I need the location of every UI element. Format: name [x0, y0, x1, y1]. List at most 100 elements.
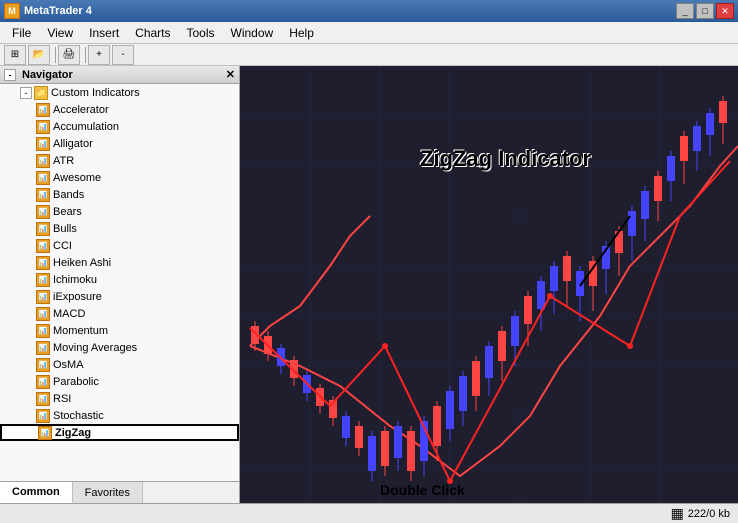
toolbar-btn-3[interactable]: 🖨 [58, 45, 80, 65]
tree-item-zigzag[interactable]: 📊 ZigZag [0, 424, 239, 441]
item-label: OsMA [53, 359, 84, 371]
tab-favorites[interactable]: Favorites [73, 482, 143, 503]
navigator-tree[interactable]: - 📁 Custom Indicators 📊 Accelerator 📊 Ac… [0, 84, 239, 481]
tree-item-alligator[interactable]: 📊 Alligator [0, 135, 239, 152]
tree-item-atr[interactable]: 📊 ATR [0, 152, 239, 169]
tree-item-accelerator[interactable]: 📊 Accelerator [0, 101, 239, 118]
navigator-header-left: - Navigator [4, 69, 73, 81]
chart-annotation: ZigZag Indicator [420, 146, 591, 172]
tree-item-accumulation[interactable]: 📊 Accumulation [0, 118, 239, 135]
indicator-icon: 📊 [36, 188, 50, 202]
item-label: Stochastic [53, 410, 104, 422]
indicator-icon: 📊 [36, 358, 50, 372]
status-icons: ▦ 222/0 kb [671, 505, 730, 522]
tree-item-ichimoku[interactable]: 📊 Ichimoku [0, 271, 239, 288]
tree-item-osma[interactable]: 📊 OsMA [0, 356, 239, 373]
status-memory: 222/0 kb [688, 508, 730, 520]
title-bar: M MetaTrader 4 _ □ ✕ [0, 0, 738, 22]
tree-item-bands[interactable]: 📊 Bands [0, 186, 239, 203]
indicator-icon: 📊 [36, 103, 50, 117]
menu-insert[interactable]: Insert [81, 24, 127, 42]
navigator-header: - Navigator ✕ [0, 66, 239, 84]
toolbar-btn-5[interactable]: - [112, 45, 134, 65]
chart-area: ZigZag Indicator Double Click [240, 66, 738, 503]
app-icon: M [4, 3, 20, 19]
indicator-icon: 📊 [36, 205, 50, 219]
item-label: Alligator [53, 138, 93, 150]
toolbar-btn-4[interactable]: + [88, 45, 110, 65]
tree-item-parabolic[interactable]: 📊 Parabolic [0, 373, 239, 390]
tree-item-bulls[interactable]: 📊 Bulls [0, 220, 239, 237]
tree-item-momentum[interactable]: 📊 Momentum [0, 322, 239, 339]
toolbar: ⊞ 📂 🖨 + - [0, 44, 738, 66]
item-label: CCI [53, 240, 72, 252]
item-label: Accelerator [53, 104, 109, 116]
navigator-panel: - Navigator ✕ - 📁 Custom Indicators 📊 Ac… [0, 66, 240, 503]
menu-tools[interactable]: Tools [179, 24, 223, 42]
indicator-icon: 📊 [36, 256, 50, 270]
tree-item-macd[interactable]: 📊 MACD [0, 305, 239, 322]
menu-charts[interactable]: Charts [127, 24, 178, 42]
item-label: Bands [53, 189, 84, 201]
tree-item-stochastic[interactable]: 📊 Stochastic [0, 407, 239, 424]
item-label: Accumulation [53, 121, 119, 133]
item-label: ATR [53, 155, 74, 167]
indicator-icon: 📊 [36, 222, 50, 236]
item-label: MACD [53, 308, 85, 320]
minimize-button[interactable]: _ [676, 3, 694, 19]
menu-window[interactable]: Window [223, 24, 282, 42]
tree-item-cci[interactable]: 📊 CCI [0, 237, 239, 254]
maximize-button[interactable]: □ [696, 3, 714, 19]
indicator-icon: 📊 [36, 137, 50, 151]
tree-item-rsi[interactable]: 📊 RSI [0, 390, 239, 407]
chart-svg [240, 66, 738, 503]
indicator-icon: 📊 [38, 426, 52, 440]
window-title: MetaTrader 4 [24, 5, 92, 17]
close-button[interactable]: ✕ [716, 3, 734, 19]
menu-file[interactable]: File [4, 24, 39, 42]
item-label: Awesome [53, 172, 101, 184]
ci-label: Custom Indicators [51, 87, 140, 99]
main-area: - Navigator ✕ - 📁 Custom Indicators 📊 Ac… [0, 66, 738, 503]
indicator-icon: 📊 [36, 409, 50, 423]
item-label: ZigZag [55, 427, 91, 439]
menu-view[interactable]: View [39, 24, 81, 42]
status-chart-icon: ▦ [671, 505, 684, 522]
toolbar-btn-2[interactable]: 📂 [28, 45, 50, 65]
tree-item-bears[interactable]: 📊 Bears [0, 203, 239, 220]
toolbar-sep-1 [52, 47, 56, 63]
indicator-icon: 📊 [36, 290, 50, 304]
indicator-icon: 📊 [36, 120, 50, 134]
window-controls: _ □ ✕ [676, 3, 734, 19]
indicator-icon: 📊 [36, 239, 50, 253]
tree-item-moving-averages[interactable]: 📊 Moving Averages [0, 339, 239, 356]
tree-item-custom-indicators[interactable]: - 📁 Custom Indicators [0, 84, 239, 101]
title-bar-left: M MetaTrader 4 [4, 3, 92, 19]
toolbar-sep-2 [82, 47, 86, 63]
indicator-icon: 📊 [36, 375, 50, 389]
indicator-icon: 📊 [36, 171, 50, 185]
indicator-icon: 📊 [36, 307, 50, 321]
status-bar: ▦ 222/0 kb [0, 503, 738, 523]
indicator-icon: 📊 [36, 341, 50, 355]
item-label: Moving Averages [53, 342, 137, 354]
ci-expander[interactable]: - [20, 87, 32, 99]
tree-item-awesome[interactable]: 📊 Awesome [0, 169, 239, 186]
item-label: Heiken Ashi [53, 257, 111, 269]
item-label: Momentum [53, 325, 108, 337]
indicator-icon: 📊 [36, 273, 50, 287]
tab-common[interactable]: Common [0, 482, 73, 503]
menu-bar: File View Insert Charts Tools Window Hel… [0, 22, 738, 44]
navigator-close[interactable]: ✕ [226, 68, 235, 81]
item-label: Ichimoku [53, 274, 97, 286]
toolbar-btn-1[interactable]: ⊞ [4, 45, 26, 65]
nav-tabs: Common Favorites [0, 481, 239, 503]
tree-item-heiken[interactable]: 📊 Heiken Ashi [0, 254, 239, 271]
indicator-icon: 📊 [36, 324, 50, 338]
menu-help[interactable]: Help [281, 24, 322, 42]
item-label: Parabolic [53, 376, 99, 388]
tree-item-iexposure[interactable]: 📊 iExposure [0, 288, 239, 305]
double-click-label: Double Click [380, 482, 465, 498]
nav-expander[interactable]: - [4, 69, 16, 81]
folder-icon: 📁 [34, 86, 48, 100]
